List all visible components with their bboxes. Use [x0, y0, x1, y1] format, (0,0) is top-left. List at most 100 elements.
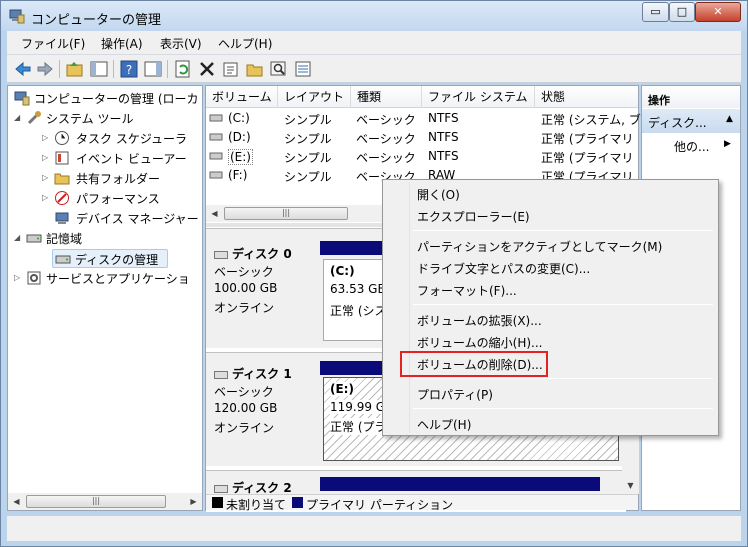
- drive-icon: [209, 152, 223, 160]
- show-action-pane-icon[interactable]: [143, 59, 163, 79]
- menu-action[interactable]: 操作(A): [101, 35, 143, 52]
- up-folder-icon[interactable]: [65, 59, 85, 79]
- collapse-up-icon[interactable]: ▲: [726, 114, 733, 124]
- computer-management-icon: [14, 91, 30, 106]
- tools-icon: [27, 111, 41, 125]
- search-icon[interactable]: [269, 59, 289, 79]
- menu-shrink-volume[interactable]: ボリュームの縮小(H)...: [417, 334, 542, 351]
- device-manager-icon: [55, 212, 69, 224]
- scroll-thumb[interactable]: |||: [26, 495, 166, 508]
- tree-item-system-tools[interactable]: ◢ システム ツール: [12, 109, 202, 128]
- tree-item-services[interactable]: ▷ サービスとアプリケーショ: [12, 269, 202, 288]
- column-type[interactable]: 種類: [351, 86, 422, 108]
- tree-item-disk-management[interactable]: ディスクの管理: [52, 249, 168, 268]
- performance-icon: [55, 191, 69, 205]
- menu-properties[interactable]: プロパティ(P): [417, 386, 493, 403]
- disk-management-icon: [55, 255, 71, 264]
- column-layout[interactable]: レイアウト: [278, 86, 351, 108]
- expand-arrow-icon[interactable]: ▷: [42, 193, 48, 202]
- submenu-arrow-icon: ▶: [724, 139, 731, 149]
- menu-mark-active[interactable]: パーティションをアクティブとしてマーク(M): [417, 238, 662, 255]
- svg-text:?: ?: [126, 63, 132, 77]
- actions-disk-management[interactable]: ディスク... ▲: [642, 109, 740, 133]
- partition-bar: [320, 477, 600, 491]
- tree-item-device-manager[interactable]: デバイス マネージャー: [12, 209, 202, 228]
- disk-icon: [214, 484, 228, 493]
- open-folder-icon[interactable]: [245, 59, 265, 79]
- menu-bar: ファイル(F) 操作(A) 表示(V) ヘルプ(H): [7, 31, 741, 55]
- collapse-arrow-icon[interactable]: ◢: [14, 113, 20, 122]
- column-filesystem[interactable]: ファイル システム: [422, 86, 535, 108]
- tree-horizontal-scrollbar[interactable]: ◀ ||| ▶: [8, 493, 202, 510]
- scroll-thumb[interactable]: |||: [224, 207, 348, 220]
- menu-format[interactable]: フォーマット(F)...: [417, 282, 517, 299]
- tree-item-performance[interactable]: ▷ パフォーマンス: [12, 189, 202, 208]
- services-icon: [27, 271, 41, 285]
- tree-item-root[interactable]: コンピューターの管理 (ローカ: [12, 89, 202, 108]
- scroll-left-icon[interactable]: ◀: [8, 493, 25, 510]
- disk-icon: [214, 250, 228, 259]
- back-icon[interactable]: [13, 59, 33, 79]
- minimize-button[interactable]: ▭: [642, 2, 669, 22]
- volume-list-header: ボリューム レイアウト 種類 ファイル システム 状態: [206, 86, 638, 108]
- refresh-icon[interactable]: [173, 59, 193, 79]
- column-status[interactable]: 状態: [535, 86, 638, 108]
- title-bar[interactable]: コンピューターの管理 ▭ □ ✕: [1, 1, 747, 31]
- volume-row[interactable]: (D:) シンプル ベーシック NTFS 正常 (プライマリ: [206, 128, 638, 147]
- storage-icon: [26, 234, 42, 243]
- tree-item-task-scheduler[interactable]: ▷ タスク スケジューラ: [12, 129, 202, 148]
- expand-arrow-icon[interactable]: ▷: [42, 133, 48, 142]
- legend-unallocated-swatch: [212, 497, 223, 508]
- actions-more[interactable]: 他の... ▶: [674, 138, 731, 155]
- drive-icon: [209, 171, 223, 179]
- menu-help-item[interactable]: ヘルプ(H): [417, 416, 471, 433]
- menu-explore[interactable]: エクスプローラー(E): [417, 208, 530, 225]
- help-icon[interactable]: ?: [119, 59, 139, 79]
- menu-file[interactable]: ファイル(F): [21, 35, 85, 52]
- drive-icon: [209, 114, 223, 122]
- delete-icon[interactable]: [197, 59, 217, 79]
- status-bar: [7, 515, 741, 541]
- collapse-arrow-icon[interactable]: ◢: [14, 233, 20, 242]
- expand-arrow-icon[interactable]: ▷: [42, 173, 48, 182]
- maximize-button[interactable]: □: [669, 2, 695, 22]
- computer-management-icon: [9, 9, 25, 24]
- column-volume[interactable]: ボリューム: [206, 86, 278, 108]
- tree-item-storage[interactable]: ◢ 記憶域: [12, 229, 202, 248]
- disk-icon: [214, 370, 228, 379]
- disk-settings-icon[interactable]: [293, 59, 313, 79]
- menu-change-drive-letter[interactable]: ドライブ文字とパスの変更(C)...: [417, 260, 590, 277]
- disk-1-name: ディスク 1: [214, 365, 292, 382]
- disk-2-row[interactable]: ディスク 2: [206, 470, 626, 495]
- actions-header: 操作: [642, 86, 740, 108]
- legend-primary-swatch: [292, 497, 303, 508]
- volume-row[interactable]: (C:) シンプル ベーシック NTFS 正常 (システム, ブ: [206, 109, 641, 128]
- close-button[interactable]: ✕: [695, 2, 741, 22]
- context-menu: 開く(O) エクスプローラー(E) パーティションをアクティブとしてマーク(M)…: [382, 179, 719, 436]
- toolbar: ?: [7, 55, 741, 83]
- scroll-right-icon[interactable]: ▶: [185, 493, 202, 510]
- shared-folder-icon: [54, 173, 70, 185]
- volume-row[interactable]: (E:) シンプル ベーシック NTFS 正常 (プライマリ: [206, 147, 638, 166]
- tree-item-event-viewer[interactable]: ▷ イベント ビューアー: [12, 149, 202, 168]
- menu-help[interactable]: ヘルプ(H): [218, 35, 272, 52]
- disk-0-name: ディスク 0: [214, 245, 292, 262]
- menu-view[interactable]: 表示(V): [160, 35, 202, 52]
- scroll-left-icon[interactable]: ◀: [206, 205, 223, 222]
- legend: 未割り当て プライマリ パーティション: [206, 494, 638, 512]
- menu-extend-volume[interactable]: ボリュームの拡張(X)...: [417, 312, 542, 329]
- window-title: コンピューターの管理: [31, 13, 162, 28]
- clock-icon: [55, 131, 69, 145]
- tree-item-shared-folders[interactable]: ▷ 共有フォルダー: [12, 169, 202, 188]
- delete-volume-highlight: [400, 351, 548, 377]
- drive-icon: [209, 133, 223, 141]
- properties-icon[interactable]: [221, 59, 241, 79]
- scroll-down-icon[interactable]: ▼: [622, 477, 639, 494]
- expand-arrow-icon[interactable]: ▷: [14, 273, 20, 282]
- computer-management-window: コンピューターの管理 ▭ □ ✕ ファイル(F) 操作(A) 表示(V) ヘルプ…: [0, 0, 748, 547]
- menu-open[interactable]: 開く(O): [417, 186, 460, 203]
- expand-arrow-icon[interactable]: ▷: [42, 153, 48, 162]
- event-viewer-icon: [55, 151, 69, 165]
- forward-icon[interactable]: [35, 59, 55, 79]
- show-hide-tree-icon[interactable]: [89, 59, 109, 79]
